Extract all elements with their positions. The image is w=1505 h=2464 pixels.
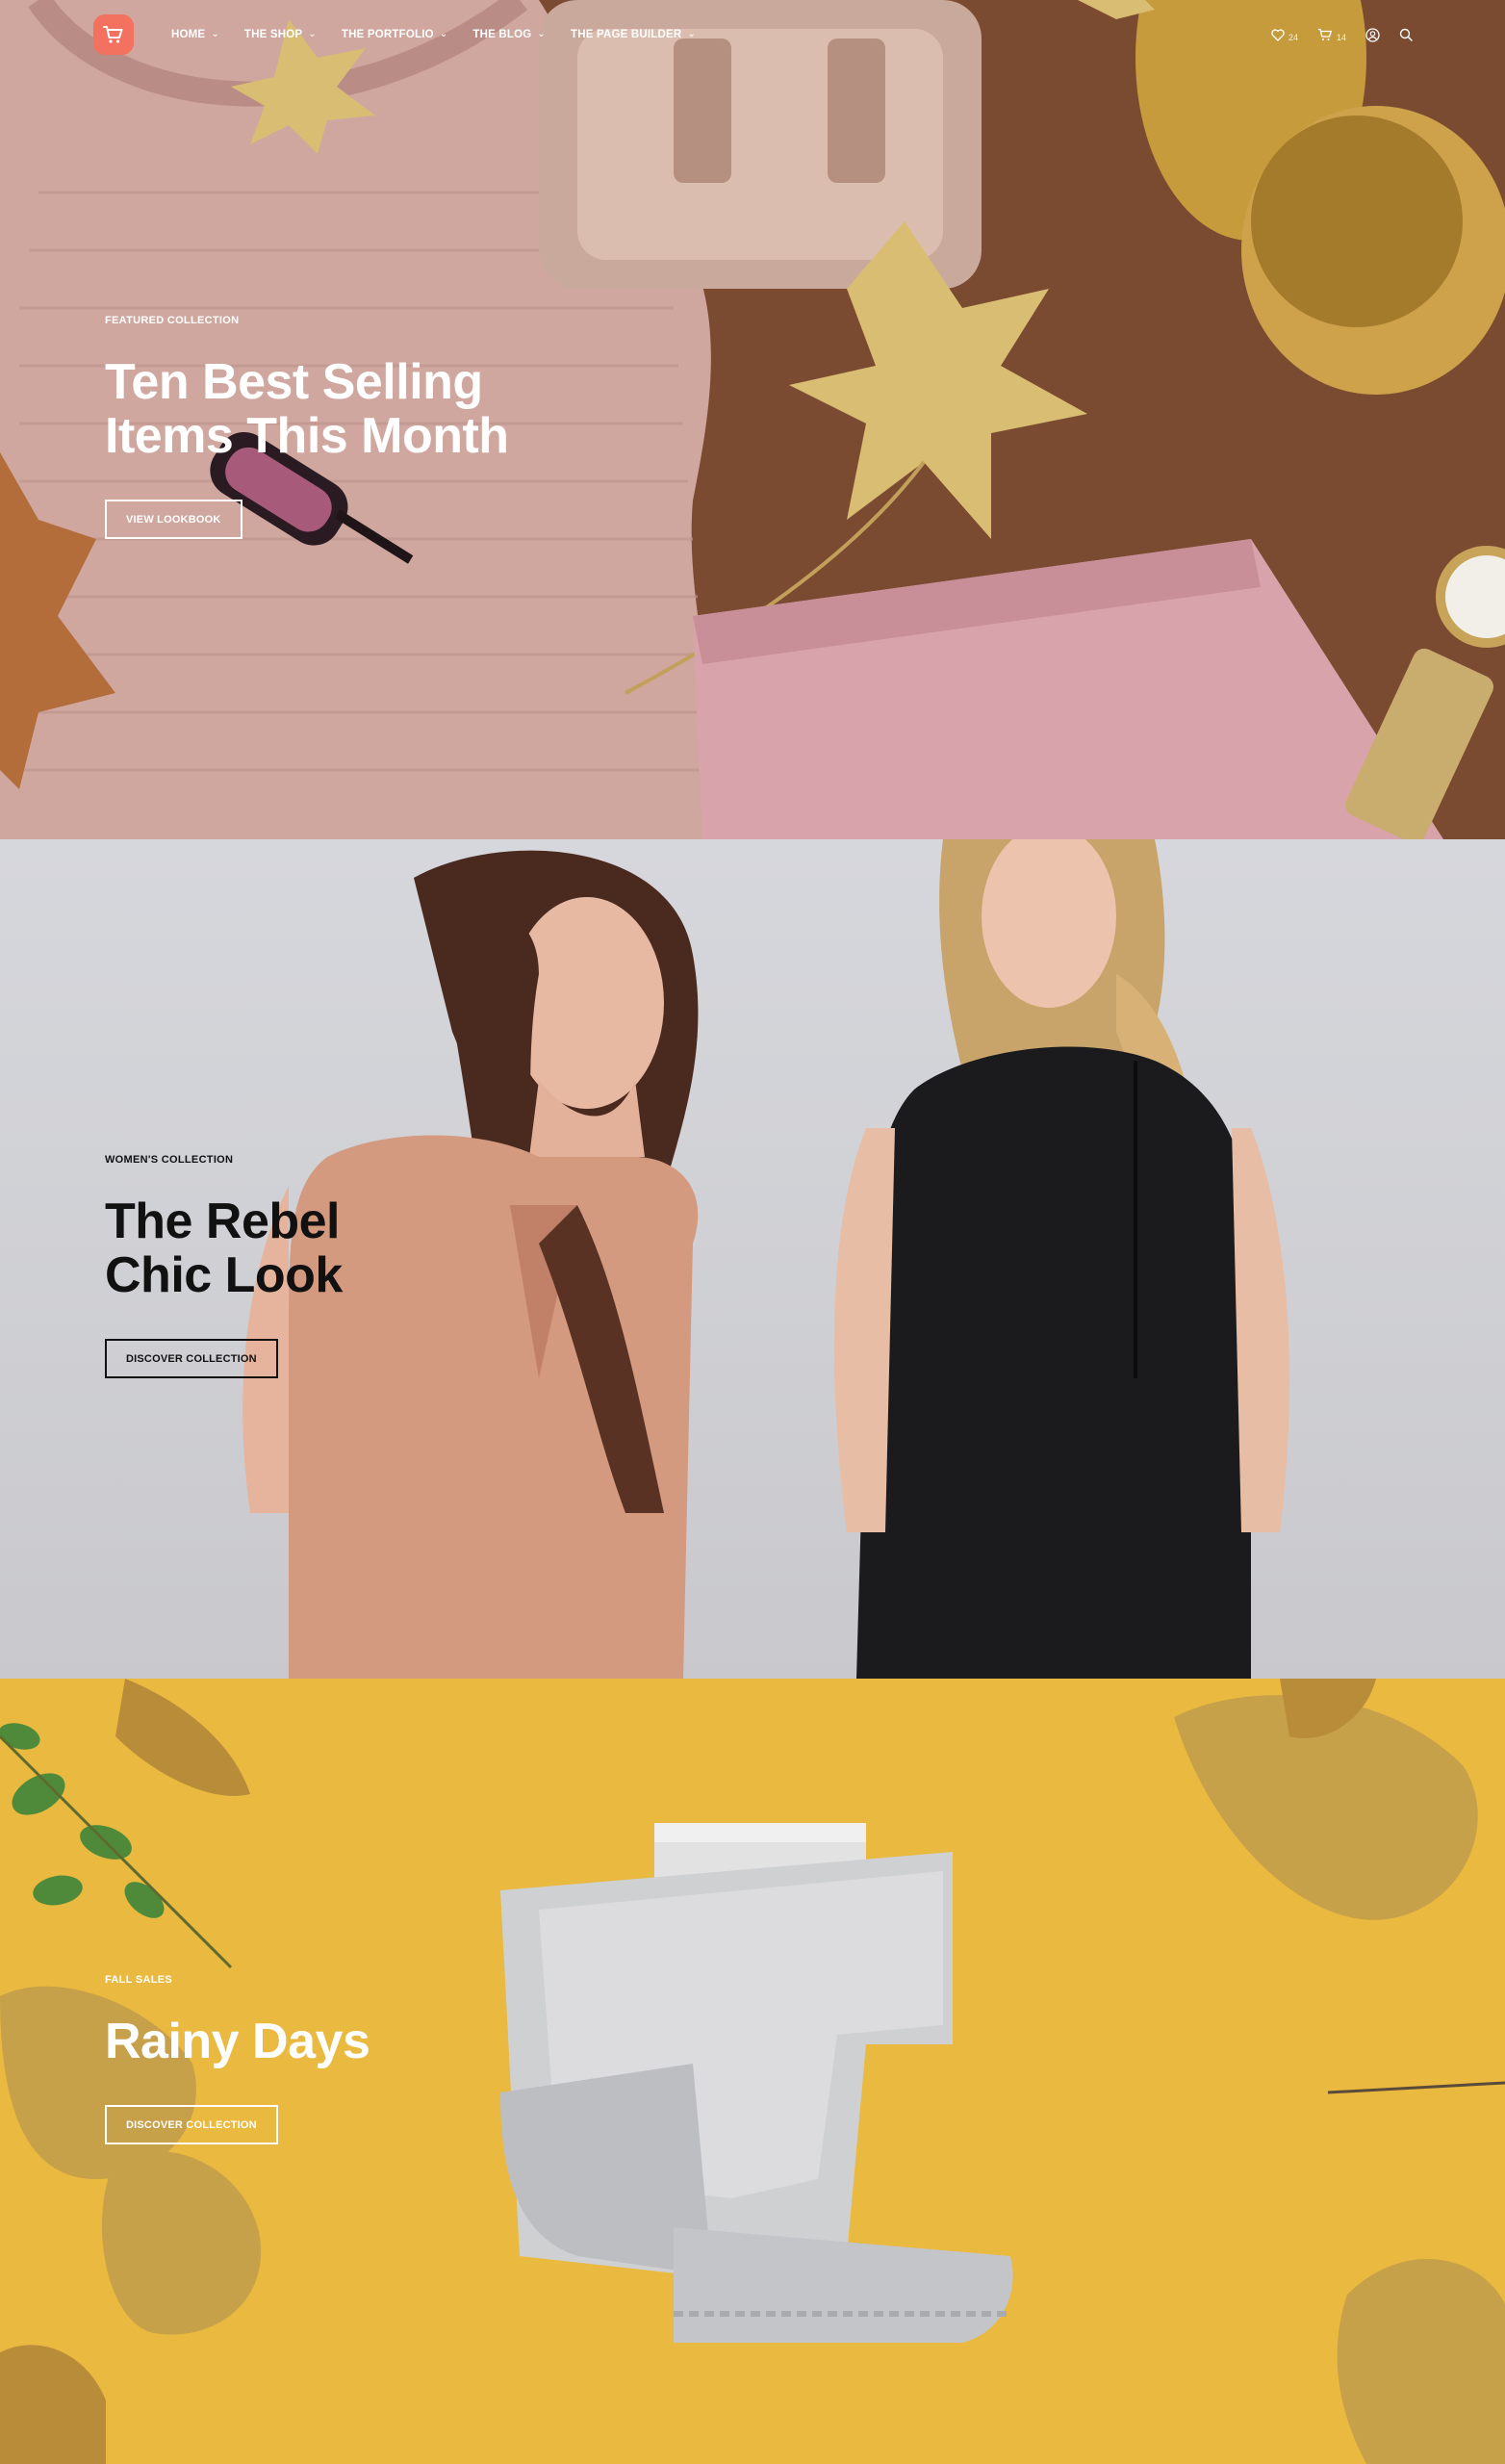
user-icon: [1365, 27, 1380, 42]
nav-label: THE PAGE BUILDER: [570, 29, 682, 40]
hero-copy: FALL SALES Rainy Days DISCOVER COLLECTIO…: [105, 1974, 370, 2144]
main-nav: HOME ⌄ THE SHOP ⌄ THE PORTFOLIO ⌄ THE BL…: [171, 0, 721, 69]
cart-icon: [103, 26, 123, 43]
hero-slide-featured: FEATURED COLLECTION Ten Best Selling Ite…: [0, 0, 1505, 839]
hero-copy: FEATURED COLLECTION Ten Best Selling Ite…: [105, 315, 509, 539]
nav-label: THE BLOG: [472, 29, 532, 40]
logo-cart-icon[interactable]: [93, 14, 134, 55]
hero-title-line: Ten Best Selling: [105, 354, 483, 410]
hero-kicker: FALL SALES: [105, 1974, 173, 1986]
hero-kicker: FEATURED COLLECTION: [105, 315, 240, 326]
nav-item-home[interactable]: HOME ⌄: [171, 28, 219, 41]
view-lookbook-button[interactable]: VIEW LOOKBOOK: [105, 500, 242, 539]
hero-title-line: The Rebel: [105, 1194, 341, 1249]
heart-icon: [1271, 28, 1285, 41]
cart-button[interactable]: 14: [1317, 28, 1346, 42]
hero-title-line: Rainy Days: [105, 2014, 370, 2069]
search-button[interactable]: [1399, 28, 1413, 41]
nav-label: THE PORTFOLIO: [341, 29, 434, 40]
chevron-down-icon: ⌄: [308, 28, 317, 39]
discover-collection-button[interactable]: DISCOVER COLLECTION: [105, 1339, 278, 1378]
cart-icon: [1317, 28, 1332, 40]
hero-title: The Rebel Chic Look: [105, 1194, 343, 1302]
nav-label: THE SHOP: [243, 29, 303, 40]
header-tools: 24 14: [1271, 0, 1413, 69]
hero-title-line: Items This Month: [105, 408, 509, 464]
hero-kicker: WOMEN'S COLLECTION: [105, 1154, 234, 1166]
chevron-down-icon: ⌄: [537, 28, 546, 39]
chevron-down-icon: ⌄: [439, 28, 448, 39]
discover-collection-button[interactable]: DISCOVER COLLECTION: [105, 2105, 278, 2144]
wishlist-count: 24: [1288, 33, 1298, 42]
hero-slide-womens: WOMEN'S COLLECTION The Rebel Chic Look D…: [0, 839, 1505, 1679]
chevron-down-icon: ⌄: [211, 28, 219, 39]
nav-item-shop[interactable]: THE SHOP ⌄: [243, 28, 317, 41]
account-button[interactable]: [1365, 27, 1380, 42]
site-header: HOME ⌄ THE SHOP ⌄ THE PORTFOLIO ⌄ THE BL…: [0, 0, 1505, 69]
cart-count: 14: [1336, 33, 1346, 42]
hero-copy: WOMEN'S COLLECTION The Rebel Chic Look D…: [105, 1154, 343, 1378]
search-icon: [1399, 28, 1413, 41]
nav-item-page-builder[interactable]: THE PAGE BUILDER ⌄: [570, 28, 696, 41]
nav-item-portfolio[interactable]: THE PORTFOLIO ⌄: [341, 28, 448, 41]
hero-title: Rainy Days: [105, 2015, 370, 2068]
nav-label: HOME: [171, 29, 206, 40]
nav-item-blog[interactable]: THE BLOG ⌄: [472, 28, 546, 41]
wishlist-button[interactable]: 24: [1271, 28, 1298, 42]
hero-title: Ten Best Selling Items This Month: [105, 355, 509, 463]
hero-slide-fall-sales: FALL SALES Rainy Days DISCOVER COLLECTIO…: [0, 1679, 1505, 2464]
hero-title-line: Chic Look: [105, 1247, 343, 1303]
chevron-down-icon: ⌄: [687, 28, 696, 39]
